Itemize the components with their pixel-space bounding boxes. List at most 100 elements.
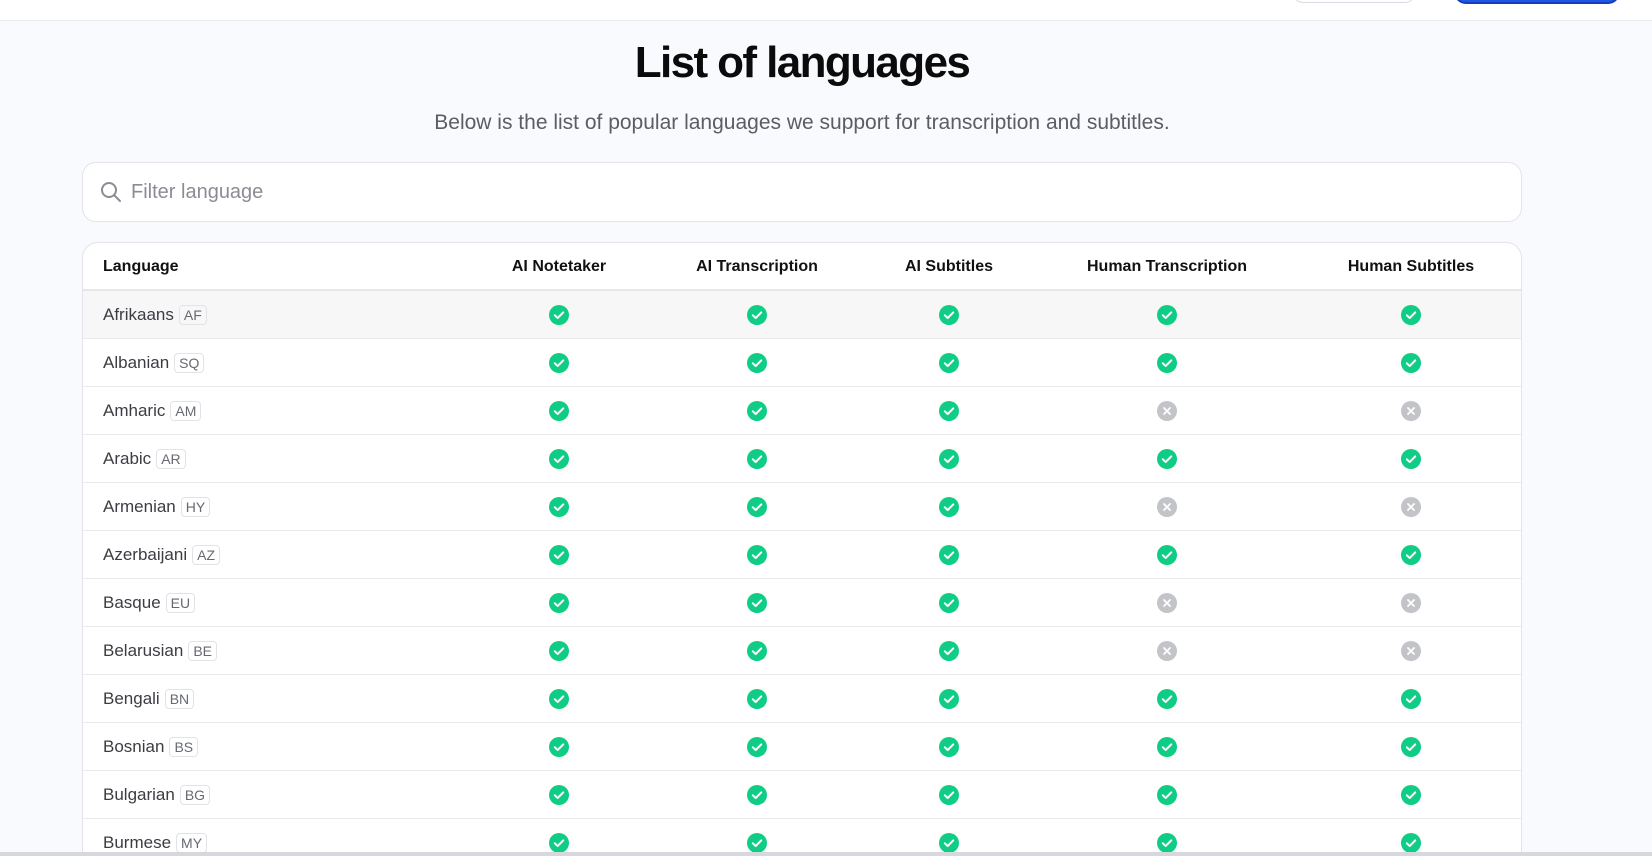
check-circle-icon (549, 401, 569, 421)
human-transcription-support-cell (1155, 291, 1179, 339)
language-name: Bosnian (103, 737, 165, 756)
table-row: Armenian HY (83, 483, 1521, 531)
language-name: Amharic (103, 401, 166, 420)
language-code-badge: AZ (192, 545, 220, 565)
ai-transcription-support-cell (745, 339, 769, 387)
check-circle-icon (939, 593, 959, 613)
ai-notetaker-support-cell (547, 723, 571, 771)
check-circle-icon (939, 737, 959, 757)
language-cell: Belarusian BE (103, 627, 218, 675)
check-circle-icon (747, 497, 767, 517)
language-cell: Burmese MY (103, 819, 208, 856)
check-circle-icon (747, 689, 767, 709)
table-row: Burmese MY (83, 819, 1521, 856)
check-circle-icon (939, 545, 959, 565)
table-row: Bosnian BS (83, 723, 1521, 771)
table-row: Afrikaans AF (83, 291, 1521, 339)
ai-subtitles-support-cell (937, 819, 961, 856)
language-code-badge: AF (178, 305, 207, 325)
check-circle-icon (1157, 833, 1177, 853)
human-subtitles-support-cell (1399, 579, 1423, 627)
check-circle-icon (1157, 737, 1177, 757)
ai-notetaker-support-cell (547, 339, 571, 387)
check-circle-icon (1157, 545, 1177, 565)
check-circle-icon (939, 497, 959, 517)
language-filter-box[interactable] (82, 162, 1522, 222)
x-circle-icon (1157, 401, 1177, 421)
check-circle-icon (1401, 449, 1421, 469)
language-cell: Arabic AR (103, 435, 186, 483)
language-name: Bengali (103, 689, 160, 708)
ai-transcription-support-cell (745, 531, 769, 579)
nav-secondary-button[interactable] (1292, 0, 1416, 3)
ai-transcription-support-cell (745, 291, 769, 339)
column-header-ai-subtitles: AI Subtitles (904, 258, 993, 275)
table-row: Azerbaijani AZ (83, 531, 1521, 579)
x-circle-icon (1401, 641, 1421, 661)
ai-notetaker-support-cell (547, 627, 571, 675)
x-circle-icon (1401, 401, 1421, 421)
ai-subtitles-support-cell (937, 339, 961, 387)
human-transcription-support-cell (1155, 675, 1179, 723)
check-circle-icon (747, 449, 767, 469)
language-cell: Albanian SQ (103, 339, 205, 387)
human-subtitles-support-cell (1399, 387, 1423, 435)
column-header-human-subtitles: Human Subtitles (1347, 258, 1475, 275)
check-circle-icon (549, 353, 569, 373)
table-row: Basque EU (83, 579, 1521, 627)
ai-notetaker-support-cell (547, 579, 571, 627)
nav-primary-button[interactable] (1454, 0, 1620, 4)
check-circle-icon (1401, 737, 1421, 757)
check-circle-icon (1401, 785, 1421, 805)
table-row: Belarusian BE (83, 627, 1521, 675)
ai-subtitles-support-cell (937, 387, 961, 435)
check-circle-icon (549, 593, 569, 613)
language-cell: Afrikaans AF (103, 291, 207, 339)
human-transcription-support-cell (1155, 627, 1179, 675)
check-circle-icon (747, 401, 767, 421)
ai-subtitles-support-cell (937, 771, 961, 819)
human-transcription-support-cell (1155, 771, 1179, 819)
language-cell: Azerbaijani AZ (103, 531, 220, 579)
check-circle-icon (1157, 785, 1177, 805)
table-header: Language AI Notetaker AI Transcription A… (83, 243, 1521, 291)
language-name: Azerbaijani (103, 545, 188, 564)
language-name: Arabic (103, 449, 152, 468)
x-circle-icon (1157, 641, 1177, 661)
page-title: List of languages (634, 38, 971, 87)
check-circle-icon (939, 641, 959, 661)
check-circle-icon (747, 833, 767, 853)
check-circle-icon (549, 785, 569, 805)
check-circle-icon (1401, 305, 1421, 325)
language-cell: Basque EU (103, 579, 196, 627)
check-circle-icon (939, 689, 959, 709)
language-name: Basque (103, 593, 161, 612)
language-code-badge: BS (169, 737, 199, 757)
language-name: Armenian (103, 497, 176, 516)
table-row: Bengali BN (83, 675, 1521, 723)
language-name: Albanian (103, 353, 170, 372)
language-code-badge: AM (170, 401, 202, 421)
check-circle-icon (747, 641, 767, 661)
check-circle-icon (549, 689, 569, 709)
language-filter-input[interactable] (131, 172, 1491, 212)
ai-subtitles-support-cell (937, 579, 961, 627)
language-code-badge: BE (188, 641, 218, 661)
x-circle-icon (1401, 593, 1421, 613)
check-circle-icon (1157, 689, 1177, 709)
human-transcription-support-cell (1155, 339, 1179, 387)
human-subtitles-support-cell (1399, 771, 1423, 819)
human-subtitles-support-cell (1399, 627, 1423, 675)
human-subtitles-support-cell (1399, 675, 1423, 723)
language-code-badge: SQ (174, 353, 205, 373)
table-row: Arabic AR (83, 435, 1521, 483)
human-transcription-support-cell (1155, 531, 1179, 579)
check-circle-icon (939, 449, 959, 469)
x-circle-icon (1157, 497, 1177, 517)
check-circle-icon (549, 833, 569, 853)
language-code-badge: EU (165, 593, 196, 613)
language-cell: Bengali BN (103, 675, 195, 723)
ai-notetaker-support-cell (547, 483, 571, 531)
language-cell: Amharic AM (103, 387, 202, 435)
top-nav-bar (0, 0, 1652, 21)
